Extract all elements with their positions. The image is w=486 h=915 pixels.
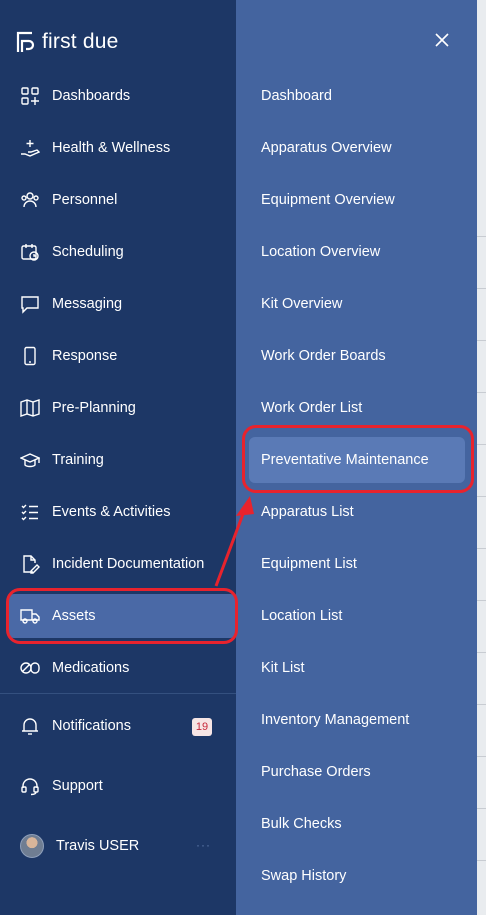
user-name: Travis USER [56,838,140,854]
truck-icon [20,606,40,626]
nav-item-label: Medications [52,660,130,676]
nav-item-response[interactable]: Response [0,330,236,382]
nav-item-label: Support [52,778,103,794]
nav-item-label: Assets [52,608,96,624]
more-options-icon[interactable]: ··· [196,838,211,852]
nav-item-label: Pre-Planning [52,400,136,416]
graduation-cap-icon [20,450,40,470]
submenu-item-apparatus-list[interactable]: Apparatus List [236,486,477,538]
submenu-item-preventative-maintenance[interactable]: Preventative Maintenance [236,434,477,486]
background-page [477,0,486,915]
nav-item-messaging[interactable]: Messaging [0,278,236,330]
nav-item-medications[interactable]: Medications [0,642,236,694]
submenu-item-purchase-orders[interactable]: Purchase Orders [236,746,477,798]
submenu-list: Dashboard Apparatus Overview Equipment O… [236,70,477,902]
nav-item-label: Messaging [52,296,123,312]
notification-count-badge: 19 [192,718,212,736]
submenu-item-inventory-management[interactable]: Inventory Management [236,694,477,746]
submenu-item-bulk-checks[interactable]: Bulk Checks [236,798,477,850]
nav-item-support[interactable]: Support [0,766,236,806]
nav-item-health-wellness[interactable]: Health & Wellness [0,122,236,174]
nav-list: Dashboards Health & Wellness Personnel S… [0,70,236,694]
hand-health-icon [20,138,40,158]
nav-item-notifications[interactable]: Notifications 19 [0,706,236,746]
phone-icon [20,346,40,366]
nav-item-dashboards[interactable]: Dashboards [0,70,236,122]
submenu-item-kit-overview[interactable]: Kit Overview [236,278,477,330]
submenu-item-location-overview[interactable]: Location Overview [236,226,477,278]
close-button[interactable] [432,30,452,50]
first-due-logo-icon [16,31,35,52]
user-profile[interactable]: Travis USER ··· [0,826,236,866]
submenu-item-work-order-boards[interactable]: Work Order Boards [236,330,477,382]
nav-item-label: Incident Documentation [52,556,205,572]
nav-item-label: Response [52,348,118,364]
nav-item-label: Scheduling [52,244,124,260]
nav-item-events-activities[interactable]: Events & Activities [0,486,236,538]
nav-item-personnel[interactable]: Personnel [0,174,236,226]
submenu-item-equipment-overview[interactable]: Equipment Overview [236,174,477,226]
submenu-item-dashboard[interactable]: Dashboard [236,70,477,122]
nav-item-label: Dashboards [52,88,131,104]
nav-item-label: Personnel [52,192,118,208]
submenu-item-swap-history[interactable]: Swap History [236,850,477,902]
submenu-item-work-order-list[interactable]: Work Order List [236,382,477,434]
nav-item-scheduling[interactable]: Scheduling [0,226,236,278]
submenu-item-apparatus-overview[interactable]: Apparatus Overview [236,122,477,174]
main-navigation: first due Dashboards Health & Wellness P… [0,0,236,915]
submenu-item-equipment-list[interactable]: Equipment List [236,538,477,590]
nav-item-label: Notifications [52,718,131,734]
people-icon [20,190,40,210]
avatar [20,834,44,858]
nav-item-training[interactable]: Training [0,434,236,486]
nav-item-incident-documentation[interactable]: Incident Documentation [0,538,236,590]
checklist-icon [20,502,40,522]
pill-icon [20,658,40,678]
headset-icon [20,776,40,796]
chat-bubble-icon [20,294,40,314]
map-icon [20,398,40,418]
nav-item-pre-planning[interactable]: Pre-Planning [0,382,236,434]
dashboard-grid-icon [20,86,40,106]
close-icon [435,33,449,47]
nav-item-label: Health & Wellness [52,140,171,156]
nav-divider [0,693,236,694]
nav-item-assets[interactable]: Assets [0,590,236,642]
brand-name: first due [42,30,119,53]
bell-icon [20,716,40,736]
nav-item-label: Training [52,452,104,468]
nav-item-label: Events & Activities [52,504,171,520]
document-edit-icon [20,554,40,574]
brand-logo[interactable]: first due [16,30,119,54]
submenu-item-location-list[interactable]: Location List [236,590,477,642]
calendar-clock-icon [20,242,40,262]
submenu-item-kit-list[interactable]: Kit List [236,642,477,694]
